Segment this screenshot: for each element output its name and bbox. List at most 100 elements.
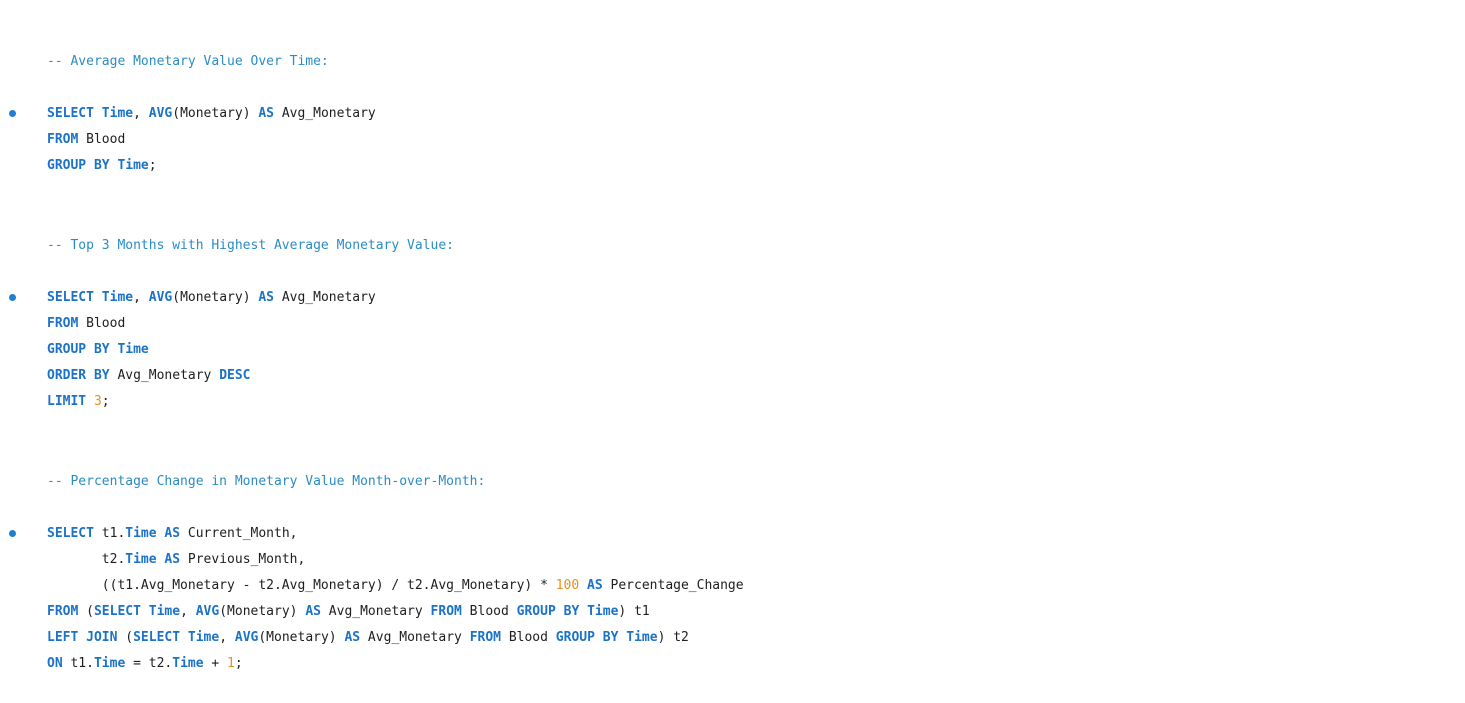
sql-text-token: ; [148,158,157,173]
sql-text-token: ((t1.Avg_Monetary - t2.Avg_Monetary) / t… [47,578,556,593]
sql-text-token: t1. [93,526,126,541]
sql-text-token: (Monetary) [172,290,259,305]
sql-keyword-token: Time [172,656,204,671]
sql-text-token: ( [78,604,94,619]
run-statement-bullet-icon[interactable] [9,294,16,301]
sql-keyword-token: SELECT [133,630,188,645]
sql-text-token: Blood [501,630,556,645]
sql-text-token: , [133,290,149,305]
sql-text-token: Blood [78,132,126,147]
sql-keyword-token: SELECT [47,526,94,541]
code-comment: -- Percentage Change in Monetary Value M… [47,474,486,489]
sql-keyword-token: AS [305,604,321,619]
code-line: LIMIT 3; [47,389,110,415]
code-line: ((t1.Avg_Monetary - t2.Avg_Monetary) / t… [47,573,744,599]
sql-keyword-token: FROM [469,630,501,645]
sql-keyword-token: FROM [47,316,79,331]
sql-text-token: Avg_Monetary [320,604,431,619]
sql-keyword-token: AS [258,290,274,305]
sql-text-token: Current_Month, [180,526,298,541]
code-line: FROM Blood [47,127,125,153]
run-statement-bullet-icon[interactable] [9,110,16,117]
sql-keyword-token: FROM [47,132,79,147]
sql-keyword-token: ON [47,656,63,671]
sql-text-token: = t2. [125,656,173,671]
sql-text-token: Blood [78,316,126,331]
sql-text-token: ; [101,394,110,409]
code-line: FROM Blood [47,311,125,337]
sql-text-token: , [133,106,149,121]
sql-text-token [579,578,587,593]
sql-keyword-token: AVG [234,630,259,645]
sql-keyword-token: AS [164,526,181,541]
sql-keyword-token: DESC [219,368,251,383]
sql-number-token: 100 [555,578,580,593]
sql-keyword-token: Time [101,290,134,305]
sql-keyword-token: Time [587,604,619,619]
sql-text-token: t2. [47,552,126,567]
sql-keyword-token: FROM [430,604,462,619]
sql-keyword-token: Time [117,158,149,173]
sql-text-token: ) t2 [657,630,689,645]
sql-text-token: Avg_Monetary [274,106,376,121]
sql-keyword-token: Time [125,552,157,567]
sql-keyword-token: GROUP BY [47,342,118,357]
sql-text-token: (Monetary) [258,630,345,645]
code-line: FROM (SELECT Time, AVG(Monetary) AS Avg_… [47,599,650,625]
sql-keyword-token: AS [164,552,181,567]
sql-keyword-token: ORDER BY [47,368,110,383]
code-comment: -- Top 3 Months with Highest Average Mon… [47,238,454,253]
code-line: ORDER BY Avg_Monetary DESC [47,363,251,389]
sql-text-token: , [219,630,235,645]
sql-text-token: Percentage_Change [602,578,744,593]
sql-keyword-token: GROUP BY [555,630,627,645]
sql-keyword-token: Time [117,342,149,357]
sql-text-token: Avg_Monetary [274,290,376,305]
sql-text-token: , [180,604,196,619]
sql-keyword-token: LEFT JOIN [47,630,118,645]
code-line: GROUP BY Time [47,337,149,363]
sql-keyword-token: LIMIT [47,394,94,409]
sql-keyword-token: AVG [195,604,220,619]
sql-keyword-token: AVG [148,290,173,305]
sql-text-token: Previous_Month, [180,552,306,567]
sql-text-token: Blood [461,604,517,619]
sql-keyword-token: Time [125,526,157,541]
code-line: ON t1.Time = t2.Time + 1; [47,651,243,677]
code-line: SELECT Time, AVG(Monetary) AS Avg_Moneta… [47,101,376,127]
code-line: t2.Time AS Previous_Month, [47,547,306,573]
sql-keyword-token: AVG [148,106,173,121]
sql-keyword-token: Time [148,604,181,619]
sql-text-token: Avg_Monetary [360,630,470,645]
sql-text-token: + [203,656,228,671]
code-comment: -- Average Monetary Value Over Time: [47,54,329,69]
sql-code-editor[interactable]: -- Average Monetary Value Over Time: SEL… [0,0,1465,703]
code-line: LEFT JOIN (SELECT Time, AVG(Monetary) AS… [47,625,689,651]
sql-keyword-token: SELECT [93,604,149,619]
code-line: GROUP BY Time; [47,153,157,179]
sql-keyword-token: GROUP BY [516,604,588,619]
code-line: SELECT Time, AVG(Monetary) AS Avg_Moneta… [47,285,376,311]
sql-keyword-token: SELECT [47,106,102,121]
sql-keyword-token: AS [587,578,603,593]
sql-keyword-token: AS [344,630,361,645]
sql-number-token: 3 [93,394,102,409]
sql-text-token: (Monetary) [219,604,306,619]
sql-keyword-token: FROM [47,604,79,619]
sql-text-token: ; [234,656,243,671]
sql-keyword-token: Time [101,106,134,121]
sql-text-token: (Monetary) [172,106,259,121]
sql-keyword-token: AS [258,106,274,121]
sql-text-token: ( [117,630,134,645]
sql-number-token: 1 [227,656,235,671]
sql-text-token: ) t1 [618,604,650,619]
sql-text-token: t1. [62,656,94,671]
sql-text-token: Avg_Monetary [109,368,220,383]
sql-keyword-token: Time [93,656,126,671]
run-statement-bullet-icon[interactable] [9,530,16,537]
sql-keyword-token: SELECT [47,290,102,305]
sql-keyword-token: GROUP BY [47,158,118,173]
code-line: SELECT t1.Time AS Current_Month, [47,521,297,547]
sql-keyword-token: Time [626,630,658,645]
sql-keyword-token: Time [187,630,220,645]
